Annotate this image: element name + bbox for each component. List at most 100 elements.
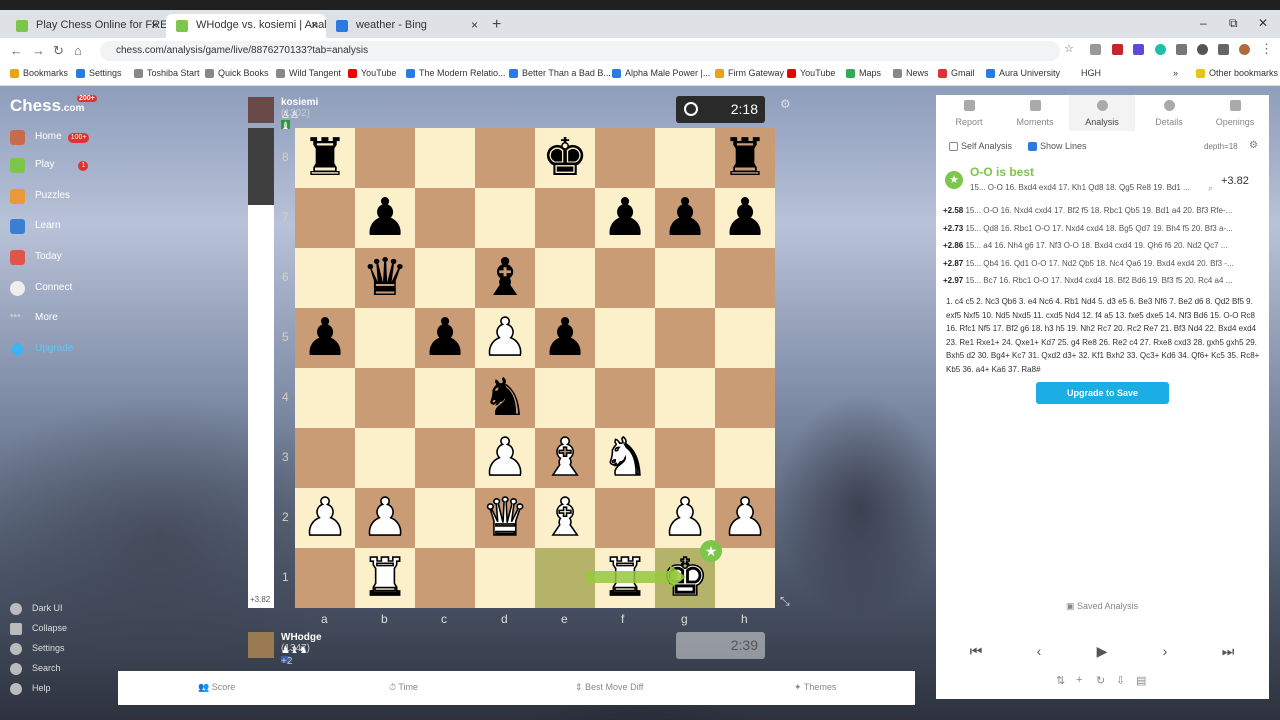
black-king-icon[interactable]: ♚: [542, 128, 589, 188]
browser-tab-weather[interactable]: weather - Bing ×: [326, 14, 486, 38]
other-bookmarks[interactable]: Other bookmarks: [1196, 68, 1278, 78]
square-f5[interactable]: [595, 308, 655, 368]
square-b8[interactable]: [355, 128, 415, 188]
help-link[interactable]: Help: [10, 683, 51, 695]
engine-line[interactable]: +2.87 15... Qb4 16. Qd1 O-O 17. Nd2 Qb5 …: [943, 259, 1263, 268]
square-h7[interactable]: ♟: [715, 188, 775, 248]
extension-icon[interactable]: [1090, 44, 1101, 55]
dark-ui-toggle[interactable]: Dark UI: [10, 603, 63, 615]
square-b3[interactable]: [355, 428, 415, 488]
white-pawn-icon[interactable]: ♟: [481, 307, 529, 369]
tab-close-icon[interactable]: ×: [151, 18, 158, 32]
square-g2[interactable]: ♟: [655, 487, 715, 549]
bookmark-item[interactable]: Bookmarks: [10, 68, 68, 78]
white-rook-icon[interactable]: ♜: [361, 547, 409, 609]
next-move-button[interactable]: ›: [1135, 643, 1195, 663]
square-c3[interactable]: [415, 428, 475, 488]
bookmark-item[interactable]: YouTube: [787, 68, 835, 78]
maximize-button[interactable]: ⧉: [1229, 16, 1238, 31]
nav-play[interactable]: Play 1: [10, 155, 89, 175]
bookmark-item[interactable]: Better Than a Bad B...: [509, 68, 611, 78]
saved-analysis-link[interactable]: ▣ Saved Analysis: [1066, 601, 1138, 612]
best-move-diff-tab[interactable]: ⇕ Best Move Diff: [575, 682, 643, 693]
white-bishop-icon[interactable]: ♝: [541, 427, 589, 489]
profile-avatar-icon[interactable]: [1239, 44, 1250, 55]
white-queen-icon[interactable]: ♛: [481, 487, 529, 549]
tab-analysis[interactable]: Analysis: [1069, 95, 1135, 131]
self-analysis-checkbox[interactable]: Self Analysis: [949, 141, 1012, 151]
bookmark-item[interactable]: News: [893, 68, 929, 78]
engine-settings-gear-icon[interactable]: ⚙: [1249, 140, 1258, 151]
bookmark-item[interactable]: Firm Gateway: [715, 68, 784, 78]
nav-puzzles[interactable]: Puzzles: [10, 186, 70, 206]
close-window-button[interactable]: ✕: [1258, 16, 1268, 30]
square-f8[interactable]: [595, 128, 655, 188]
square-f2[interactable]: [595, 488, 655, 548]
add-icon[interactable]: +: [1076, 674, 1082, 686]
square-c5[interactable]: ♟: [415, 308, 475, 368]
square-d8[interactable]: [475, 128, 535, 188]
square-a2[interactable]: 2 ♟: [282, 487, 355, 549]
bookmark-item[interactable]: Maps: [846, 68, 881, 78]
square-b7[interactable]: ♟: [355, 188, 415, 248]
minimize-button[interactable]: –: [1200, 16, 1207, 30]
square-e6[interactable]: [535, 248, 595, 308]
square-e2[interactable]: ♝: [535, 487, 595, 549]
black-rook-icon[interactable]: ♜: [722, 128, 769, 188]
collapse-button[interactable]: Collapse: [10, 623, 67, 635]
show-lines-checkbox[interactable]: Show Lines: [1028, 141, 1087, 151]
white-pawn-icon[interactable]: ♟: [721, 487, 769, 549]
black-rook-icon[interactable]: ♜: [302, 128, 349, 188]
reload-icon[interactable]: ↻: [53, 43, 64, 59]
square-c2[interactable]: [415, 488, 475, 548]
square-c6[interactable]: [415, 248, 475, 308]
bookmark-item[interactable]: Wild Tangent: [276, 68, 341, 78]
square-a1[interactable]: 1: [282, 548, 355, 608]
nav-upgrade[interactable]: Upgrade: [9, 339, 73, 359]
move-list[interactable]: 1. c4 c5 2. Nc3 Qb6 3. e4 Nc6 4. Rb1 Nd4…: [946, 295, 1261, 376]
bookmark-item[interactable]: Gmail: [938, 68, 975, 78]
upgrade-to-save-button[interactable]: Upgrade to Save: [1036, 382, 1169, 404]
black-pawn-icon[interactable]: ♟: [422, 308, 469, 368]
reset-icon[interactable]: ↻: [1096, 674, 1105, 687]
circle-extension-icon[interactable]: [1197, 44, 1208, 55]
time-tab[interactable]: ⏱ Time: [389, 682, 418, 693]
bookmark-item[interactable]: Quick Books: [205, 68, 269, 78]
square-d1[interactable]: [475, 548, 535, 608]
nav-learn[interactable]: Learn: [10, 216, 61, 236]
chess-logo[interactable]: Chess.com 200+: [10, 95, 97, 116]
square-c4[interactable]: [415, 368, 475, 428]
black-pawn-icon[interactable]: ♟: [602, 188, 649, 248]
square-f3[interactable]: ♞: [595, 427, 655, 489]
bookmarks-overflow-icon[interactable]: »: [1173, 68, 1178, 78]
board-settings-gear-icon[interactable]: ⚙: [780, 97, 791, 111]
black-knight-icon[interactable]: ♞: [482, 368, 529, 428]
settings-link[interactable]: Settings: [10, 643, 65, 655]
pdf-extension-icon[interactable]: [1112, 44, 1123, 55]
last-move-button[interactable]: ⏭: [1198, 643, 1258, 663]
search-icon[interactable]: ⌕: [1208, 183, 1213, 194]
square-b6[interactable]: ♛: [355, 248, 415, 308]
engine-line[interactable]: +2.97 15... Bc7 16. Rbc1 O-O 17. Nxd4 cx…: [943, 276, 1263, 285]
best-move-line[interactable]: 15... O-O 16. Bxd4 exd4 17. Kh1 Qd8 18. …: [970, 183, 1190, 192]
score-tab[interactable]: 👥 Score: [198, 682, 235, 693]
square-h1[interactable]: [715, 548, 775, 608]
square-h6[interactable]: [715, 248, 775, 308]
white-bishop-icon[interactable]: ♝: [541, 487, 589, 549]
white-knight-icon[interactable]: ♞: [601, 427, 649, 489]
square-h3[interactable]: [715, 428, 775, 488]
tab-moments[interactable]: Moments: [1002, 95, 1068, 131]
square-c1[interactable]: [415, 548, 475, 608]
square-g7[interactable]: ♟: [655, 188, 715, 248]
bookmark-item[interactable]: The Modern Relatio...: [406, 68, 506, 78]
square-c8[interactable]: [415, 128, 475, 188]
browser-menu-icon[interactable]: ⋮: [1260, 41, 1273, 57]
square-f7[interactable]: ♟: [595, 188, 655, 248]
square-a8[interactable]: 8 ♜: [282, 128, 355, 188]
play-button[interactable]: ▶: [1072, 643, 1132, 663]
engine-line[interactable]: +2.58 15... O-O 16. Nxd4 cxd4 17. Bf2 f5…: [943, 206, 1263, 215]
url-input[interactable]: chess.com/analysis/game/live/8876270133?…: [100, 41, 1060, 61]
white-pawn-icon[interactable]: ♟: [661, 487, 709, 549]
grammarly-icon[interactable]: [1155, 44, 1166, 55]
square-g6[interactable]: [655, 248, 715, 308]
